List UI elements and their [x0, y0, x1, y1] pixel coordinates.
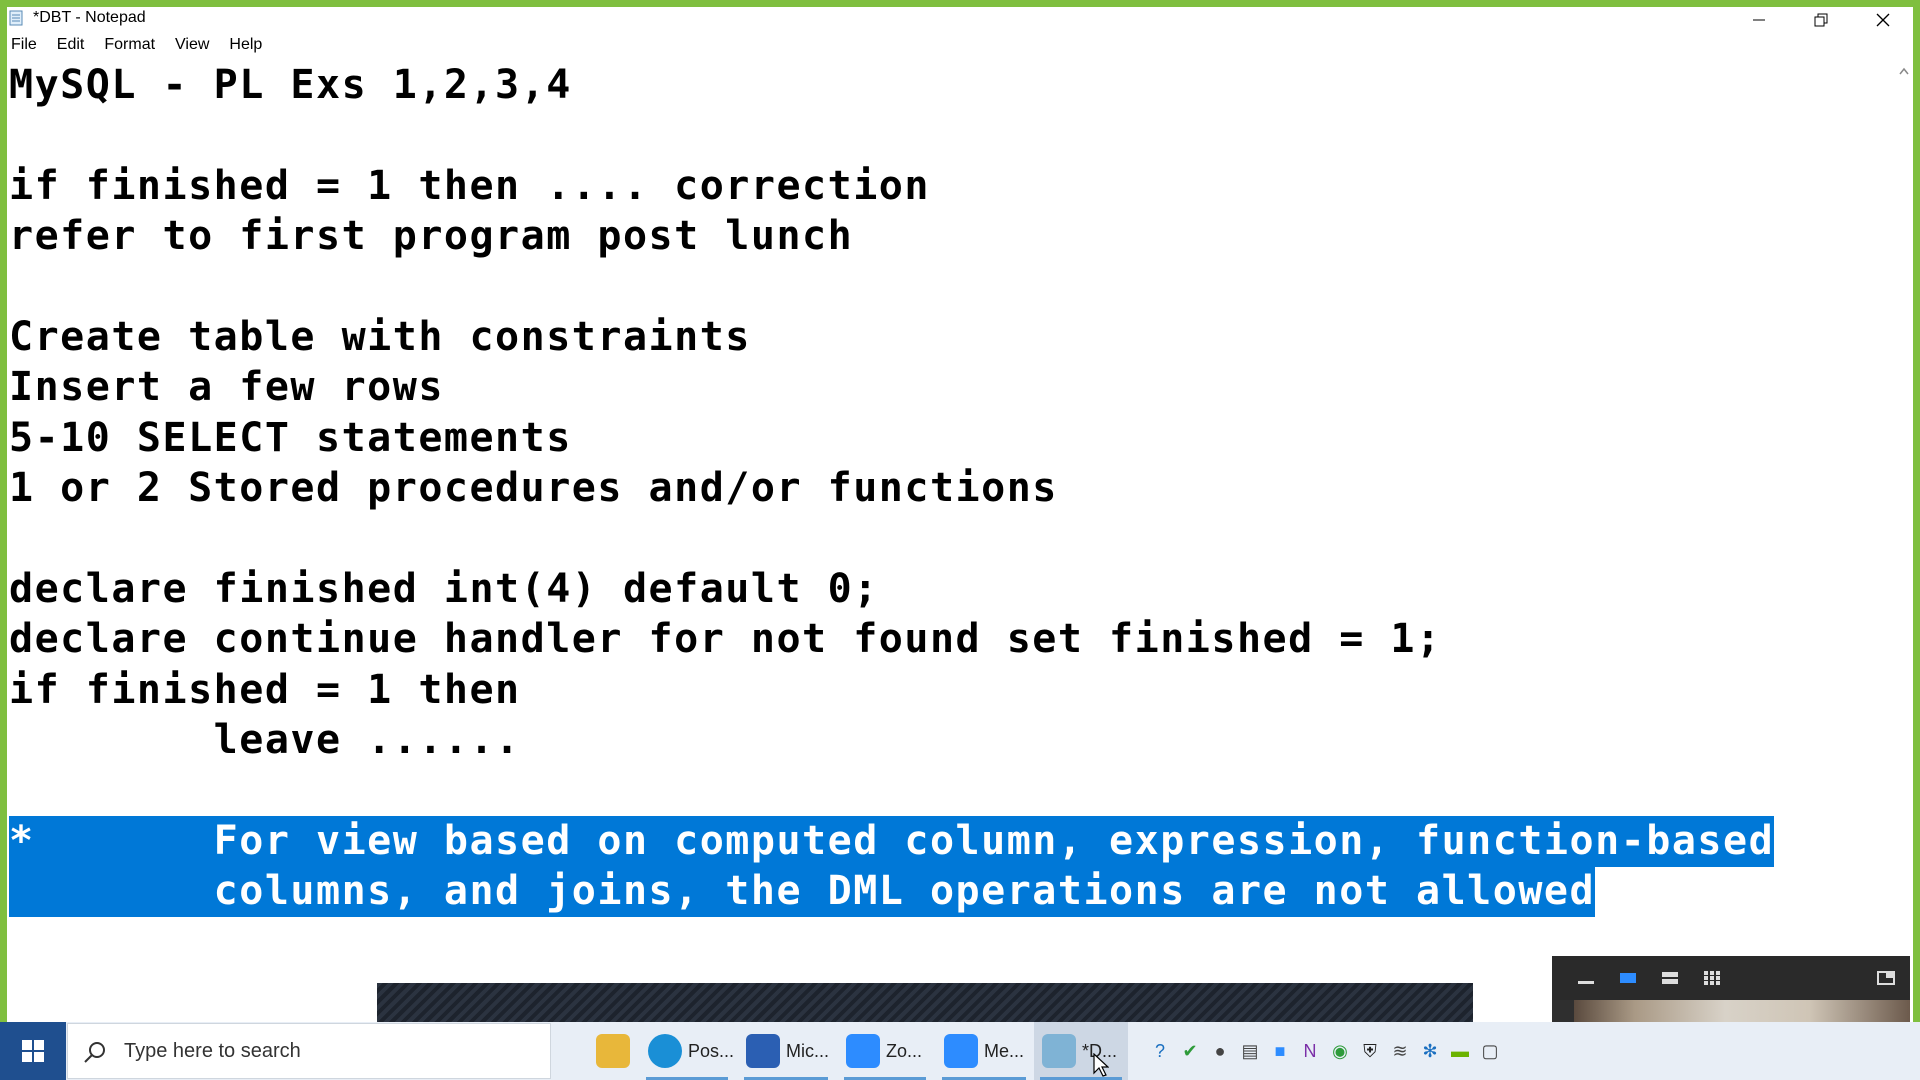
editor-line: Insert a few rows — [9, 364, 444, 410]
taskbar-app-zoom[interactable]: Zo... — [838, 1022, 932, 1080]
notepad-icon — [9, 10, 23, 26]
editor-line: 1 or 2 Stored procedures and/or function… — [9, 465, 1058, 511]
start-button[interactable] — [0, 1022, 66, 1080]
menu-help[interactable]: Help — [225, 36, 272, 54]
close-button[interactable] — [1853, 7, 1913, 33]
menu-format[interactable]: Format — [100, 36, 165, 54]
mouse-cursor-icon — [1093, 1053, 1109, 1077]
whiteboard-icon — [746, 1034, 780, 1068]
zoom-tray-icon[interactable]: ■ — [1265, 1036, 1295, 1066]
taskbar-app-edge[interactable]: Pos... — [640, 1022, 734, 1080]
tray-app-icon[interactable]: ▤ — [1235, 1036, 1265, 1066]
edge-icon — [648, 1034, 682, 1068]
editor-line: Create table with constraints — [9, 314, 751, 360]
editor-line: declare finished int(4) default 0; — [9, 566, 879, 612]
windows-logo-icon — [22, 1040, 44, 1062]
strip-view-icon[interactable] — [1660, 969, 1680, 987]
taskbar-app-label: Zo... — [886, 1040, 923, 1061]
menu-bar: File Edit Format View Help — [7, 33, 1913, 57]
menu-file[interactable]: File — [7, 36, 47, 54]
search-placeholder: Type here to search — [124, 1040, 301, 1062]
editor-line: MySQL - PL Exs 1,2,3,4 — [9, 62, 572, 108]
taskbar-app-file-explorer[interactable] — [588, 1022, 636, 1080]
video-toolbar — [1552, 956, 1910, 1000]
window-focus-border-right — [1913, 0, 1920, 1022]
taskbar: Type here to search Pos... Mic... Zo... … — [0, 1022, 1920, 1080]
taskbar-app-whiteboard[interactable]: Mic... — [738, 1022, 834, 1080]
shield-icon[interactable]: ⛨ — [1355, 1036, 1385, 1066]
wifi-icon[interactable]: ≋ — [1385, 1036, 1415, 1066]
zoom-icon — [846, 1034, 880, 1068]
screen-share-banner — [377, 983, 1473, 1022]
window-focus-border — [0, 0, 1920, 7]
taskbar-app-label: Pos... — [687, 1040, 734, 1061]
close-icon — [1876, 13, 1890, 27]
speaker-view-icon[interactable] — [1618, 969, 1638, 987]
editor-line: if finished = 1 then .... correction — [9, 163, 930, 209]
restore-icon — [1814, 13, 1828, 27]
selected-text-line: * For view based on computed column, exp… — [9, 816, 1775, 867]
menu-edit[interactable]: Edit — [53, 36, 95, 54]
taskbar-app-label: Me... — [984, 1040, 1025, 1061]
selected-text-line: columns, and joins, the DML operations a… — [9, 866, 1596, 917]
menu-view[interactable]: View — [171, 36, 219, 54]
file-explorer-icon — [596, 1034, 630, 1068]
window-title: *DBT - Notepad — [33, 9, 146, 26]
minimize-icon — [1753, 19, 1765, 21]
editor-line: if finished = 1 then — [9, 667, 521, 713]
microphone-icon[interactable]: ● — [1205, 1036, 1235, 1066]
zoom-meeting-icon — [944, 1034, 978, 1068]
scroll-up-arrow-icon[interactable] — [1898, 66, 1910, 76]
editor-line: leave ...... — [9, 717, 521, 763]
window-focus-border-left — [0, 0, 7, 1022]
onenote-icon[interactable]: N — [1295, 1036, 1325, 1066]
taskbar-app-zoom-meeting[interactable]: Me... — [936, 1022, 1032, 1080]
check-icon[interactable]: ✔ — [1175, 1036, 1205, 1066]
title-bar[interactable]: *DBT - Notepad — [7, 7, 1913, 33]
editor-line: refer to first program post lunch — [9, 213, 854, 259]
help-icon[interactable]: ? — [1145, 1036, 1175, 1066]
minimize-button[interactable] — [1729, 7, 1789, 33]
notepad-icon — [1042, 1034, 1076, 1068]
editor-line: declare continue handler for not found s… — [9, 616, 1442, 662]
grid-view-icon[interactable] — [1702, 969, 1722, 987]
exit-minimized-icon[interactable] — [1876, 969, 1896, 987]
system-tray: ? ✔ ● ▤ ■ N ◉ ⛨ ≋ ✻ ▬ ▢ — [1145, 1036, 1505, 1066]
security-icon[interactable]: ◉ — [1325, 1036, 1355, 1066]
text-editor[interactable]: MySQL - PL Exs 1,2,3,4 if finished = 1 t… — [7, 58, 1892, 1022]
tray-overflow-icon[interactable]: ▢ — [1475, 1036, 1505, 1066]
bluetooth-icon[interactable]: ✻ — [1415, 1036, 1445, 1066]
editor-line: 5-10 SELECT statements — [9, 415, 572, 461]
taskbar-app-notepad[interactable]: *D... — [1034, 1022, 1128, 1080]
minimize-video-icon[interactable] — [1576, 969, 1596, 987]
search-icon — [84, 1042, 105, 1063]
restore-button[interactable] — [1791, 7, 1851, 33]
taskbar-search-box[interactable]: Type here to search — [67, 1023, 551, 1079]
taskbar-app-label: Mic... — [786, 1040, 829, 1061]
nvidia-icon[interactable]: ▬ — [1445, 1036, 1475, 1066]
